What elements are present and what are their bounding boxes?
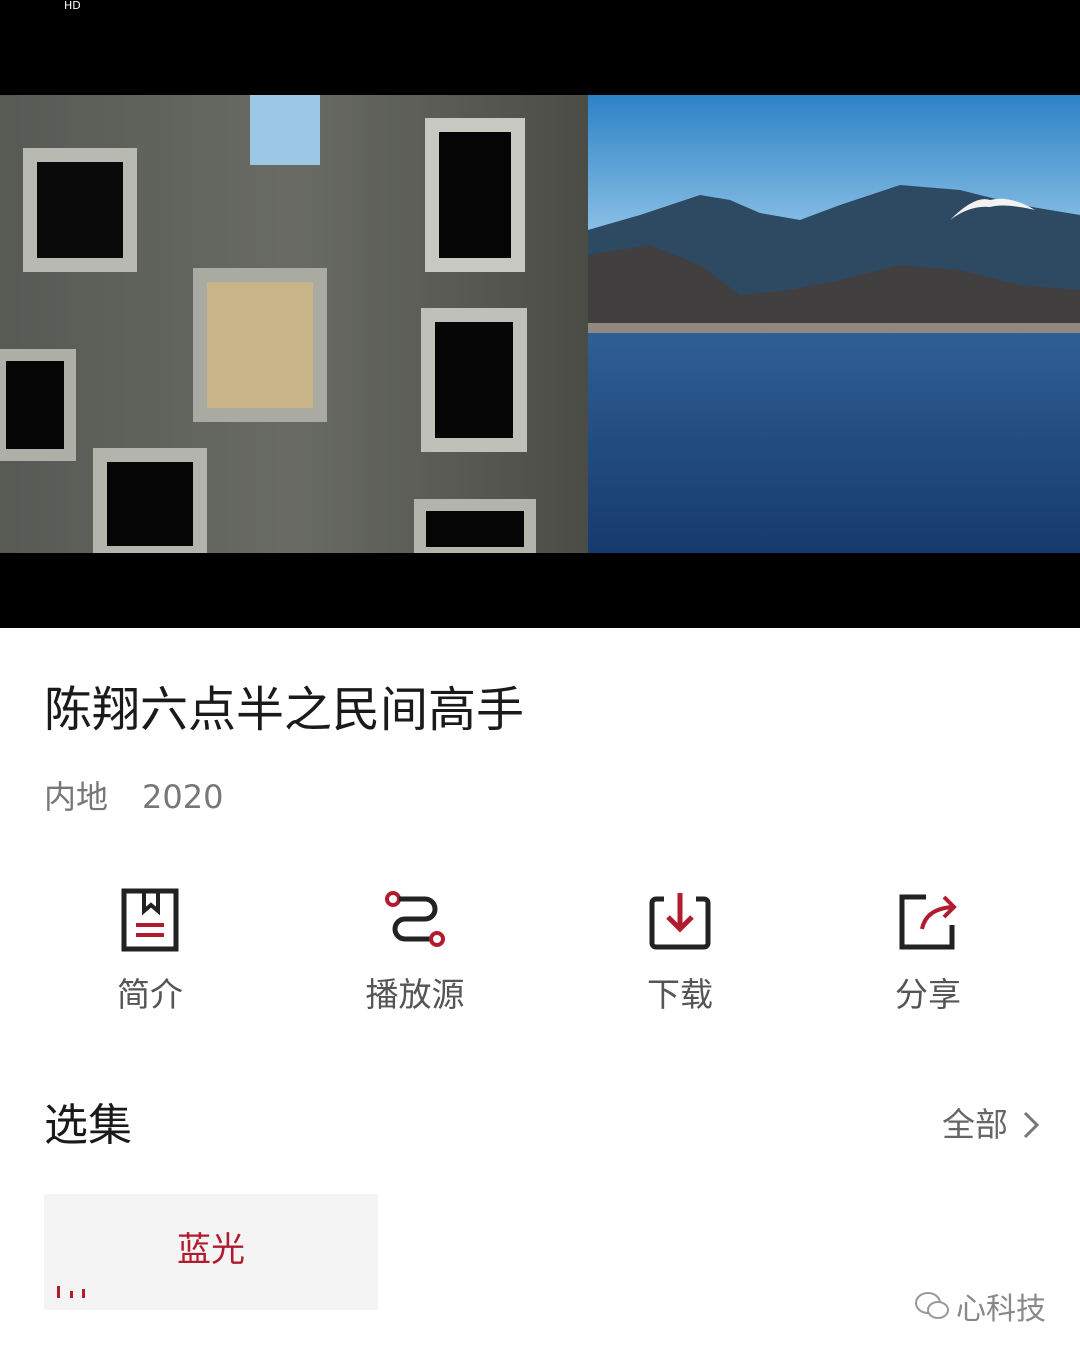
video-frame-image xyxy=(0,95,1080,553)
watermark-text: 心科技 xyxy=(956,1292,1046,1327)
source-icon xyxy=(385,891,445,947)
wechat-icon xyxy=(915,1292,949,1319)
episode-label: 蓝光 xyxy=(177,1230,245,1270)
show-region: 内地 xyxy=(44,778,109,816)
share-icon xyxy=(899,894,957,950)
video-player[interactable]: HD xyxy=(0,0,1080,628)
download-icon xyxy=(649,893,711,950)
download-button[interactable]: 下载 xyxy=(590,885,770,1017)
episode-item[interactable]: 蓝光 xyxy=(44,1194,378,1310)
all-episodes-label: 全部 xyxy=(942,1105,1008,1144)
source-button[interactable]: 播放源 xyxy=(325,885,505,1017)
chevron-right-icon xyxy=(1023,1111,1040,1139)
hd-status-icon: HD xyxy=(64,0,81,12)
intro-button[interactable]: 简介 xyxy=(60,885,240,1017)
intro-label: 简介 xyxy=(117,975,183,1014)
watermark: 心科技 xyxy=(914,1284,1046,1328)
episodes-section-title: 选集 xyxy=(44,1100,132,1151)
source-label: 播放源 xyxy=(365,975,465,1014)
playing-indicator-icon xyxy=(57,1286,85,1298)
show-meta: 内地 2020 xyxy=(44,776,223,818)
video-frame[interactable] xyxy=(0,95,1080,553)
intro-icon xyxy=(121,888,179,952)
all-episodes-link[interactable]: 全部 xyxy=(942,1102,1040,1148)
show-title: 陈翔六点半之民间高手 xyxy=(44,682,525,738)
download-label: 下载 xyxy=(647,975,713,1014)
share-label: 分享 xyxy=(895,975,961,1014)
show-year: 2020 xyxy=(142,778,224,816)
share-button[interactable]: 分享 xyxy=(838,885,1018,1017)
